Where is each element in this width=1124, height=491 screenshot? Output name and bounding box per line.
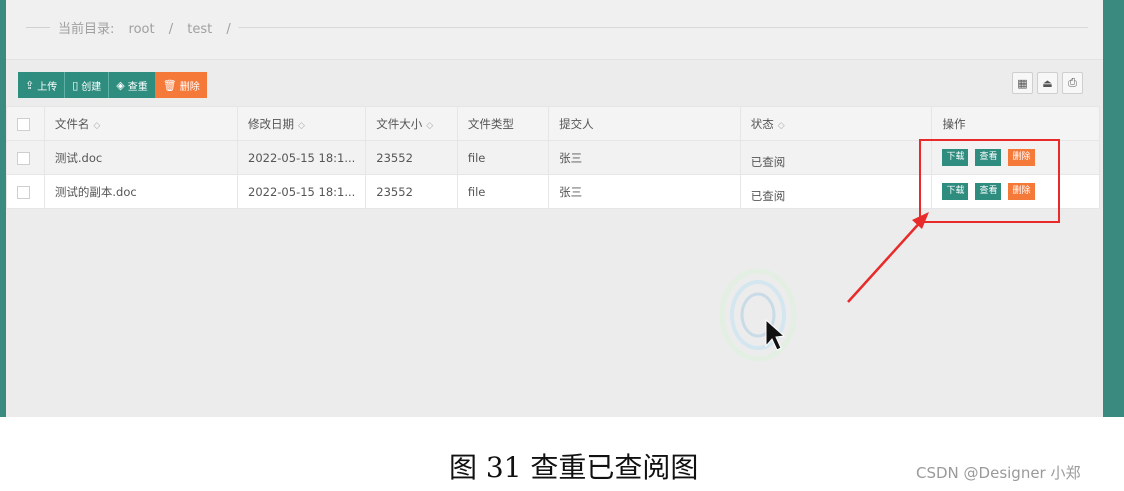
figure-caption-text: 图 31 查重已查阅图 bbox=[449, 451, 699, 484]
annotation-arrow bbox=[847, 212, 929, 303]
watermark: CSDN @Designer 小郑 bbox=[916, 464, 1081, 482]
cursor-click-icon bbox=[720, 268, 797, 362]
